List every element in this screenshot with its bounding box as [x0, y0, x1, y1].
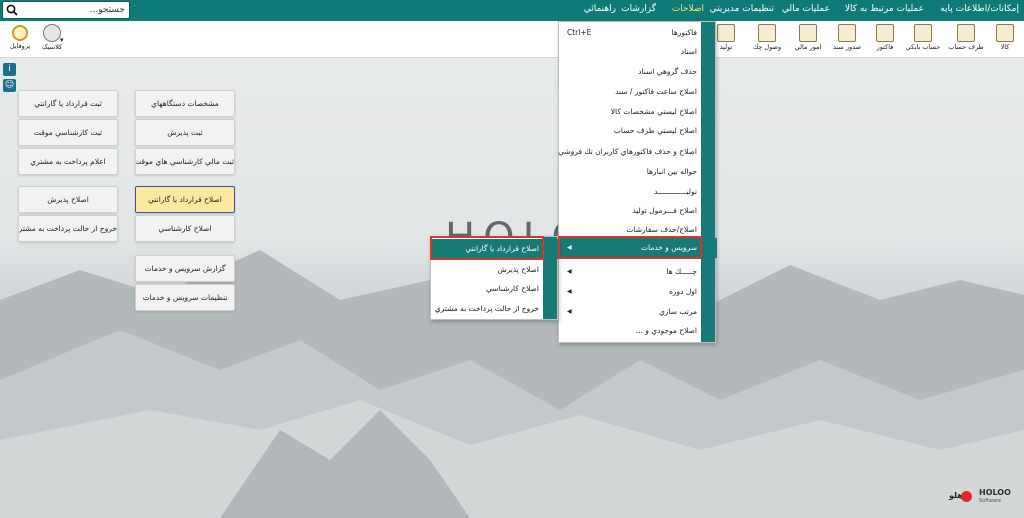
- toolbar-bank-button[interactable]: حساب بانکي: [905, 23, 941, 56]
- calculator-icon: [799, 24, 817, 42]
- menu-goods-operations[interactable]: عمليات مرتبط به کالا: [845, 4, 924, 14]
- search-box[interactable]: جستجو...: [2, 1, 130, 19]
- user-icon[interactable]: ☺: [3, 79, 16, 92]
- menu-item-bulk-delete[interactable]: حذف گروهي اسناد: [559, 62, 717, 82]
- search-placeholder[interactable]: جستجو...: [90, 5, 125, 15]
- menu-corrections[interactable]: اصلاحات: [672, 4, 704, 14]
- menu-base-info[interactable]: إمکانات/اطلاعات پايه: [940, 4, 1019, 14]
- submenu-item-edit-expert[interactable]: اصلاح كارشناسي: [431, 279, 559, 299]
- submenu-item-exit-payment[interactable]: خروج از حالت پرداخت به مشتري: [431, 299, 559, 319]
- menu-item-cheques[interactable]: چـــــك ها ◀: [559, 262, 717, 282]
- toolbar-party-button[interactable]: طرف حساب: [948, 23, 984, 56]
- brand-name: HOLOO: [979, 488, 1011, 497]
- submenu-arrow-icon: ◀: [567, 268, 572, 275]
- toolbar-goods-button[interactable]: کالا: [987, 23, 1023, 56]
- toolbar-voucher-button[interactable]: صدور سند: [829, 23, 865, 56]
- quick-toolbar: کالا طرف حساب حساب بانکي فاکتور صدور سند…: [0, 21, 1024, 58]
- toolbar-finance-button[interactable]: امور مالي: [790, 23, 826, 56]
- panel-temp-expert-button[interactable]: ثبت کارشناسي موقت: [18, 119, 118, 146]
- menu-item-opening[interactable]: اول دوره ◀: [559, 282, 717, 302]
- brand-dot-icon: [961, 491, 972, 502]
- invoice-icon: [876, 24, 894, 42]
- box-icon: [996, 24, 1014, 42]
- panel-edit-reception-button[interactable]: اصلاح پذيرش: [18, 186, 118, 213]
- submenu-arrow-icon: ◀: [567, 308, 572, 315]
- panel-device-specs-button[interactable]: مشخصات دستگاههاي: [135, 90, 235, 117]
- menu-item-documents[interactable]: اسناد: [559, 42, 717, 62]
- menu-item-sorting[interactable]: مرتب سازي ◀: [559, 302, 717, 322]
- menu-item-invoices[interactable]: فاکتورها Ctrl+E: [559, 23, 717, 43]
- toolbar-classic-button[interactable]: كلاسيک: [34, 23, 70, 56]
- panel-service-settings-button[interactable]: تنظيمات سرويس و خدمات: [135, 284, 235, 311]
- panel-edit-expert-button[interactable]: اصلاح کارشناسي: [135, 215, 235, 242]
- panel-register-reception-button[interactable]: ثبت پذيرش: [135, 119, 235, 146]
- person-icon: [957, 24, 975, 42]
- toolbar-profile-button[interactable]: پروفايل: [2, 23, 38, 56]
- document-icon: [838, 24, 856, 42]
- submenu-item-edit-reception[interactable]: اصلاح پذيرش: [431, 260, 559, 280]
- cheque-icon: [758, 24, 776, 42]
- chevron-down-icon[interactable]: ▾: [60, 36, 64, 44]
- menu-reports[interactable]: گزارشات: [621, 4, 656, 14]
- main-menubar: جستجو... إمکانات/اطلاعات پايه عمليات مرت…: [0, 0, 1024, 21]
- info-icon[interactable]: i: [3, 63, 16, 76]
- panel-temp-expert-finance-button[interactable]: ثبت مالي کارشناسي هاي موقت: [135, 148, 235, 175]
- menu-item-edit-delete-invoices[interactable]: اصلاح و حذف فاکتورهاي کاربران تك فروشي: [558, 142, 717, 162]
- menu-financial-operations[interactable]: عمليات مالي: [782, 4, 830, 14]
- panel-announce-payment-button[interactable]: اعلام پرداخت به مشتري: [18, 148, 118, 175]
- corrections-dropdown-menu: فاکتورها Ctrl+E اسناد حذف گروهي اسناد اصل…: [558, 21, 717, 343]
- menu-item-edit-formula[interactable]: اصلاح فـــرمول توليد: [559, 201, 717, 221]
- panel-service-report-button[interactable]: گزارش سرويس و خدمات: [135, 255, 235, 282]
- menu-item-edit-goods-list[interactable]: اصلاح ليستي مشخصات کالا: [559, 102, 717, 122]
- highlight-frame-edit-contract: [430, 236, 544, 260]
- toolbar-cheque-button[interactable]: وصول چك: [749, 23, 785, 56]
- menu-item-inventory-edit[interactable]: اصلاح موجودي و ...: [559, 321, 717, 341]
- classic-icon: [43, 24, 61, 42]
- panel-contract-register-button[interactable]: ثبت قرارداد يا گارانتي: [18, 90, 118, 117]
- panel-exit-payment-button[interactable]: خروج از حالت پرداخت به مشتري: [18, 215, 118, 242]
- toolbar-invoice-button[interactable]: فاکتور: [867, 23, 903, 56]
- menu-item-production[interactable]: توليـــــــــــــد: [559, 182, 717, 202]
- brand-tagline: Software: [979, 498, 1002, 504]
- menu-management-settings[interactable]: تنظيمات مديريتي: [710, 4, 774, 14]
- search-icon[interactable]: [6, 4, 18, 18]
- menu-item-edit-time[interactable]: اصلاح ساعت فاکتور / سند: [559, 82, 717, 102]
- profile-icon: [12, 25, 28, 41]
- highlight-frame-services: [558, 236, 702, 259]
- submenu-arrow-icon: ◀: [567, 288, 572, 295]
- bank-icon: [914, 24, 932, 42]
- menu-help[interactable]: راهنمائي: [584, 4, 616, 14]
- menu-item-edit-party-list[interactable]: اصلاح ليستي طرف حساب: [559, 121, 717, 141]
- panel-edit-contract-button[interactable]: اصلاح قرارداد يا گارانتي: [135, 186, 235, 213]
- menu-item-warehouse-transfer[interactable]: حواله بين انبارها: [559, 162, 717, 182]
- production-icon: [717, 24, 735, 42]
